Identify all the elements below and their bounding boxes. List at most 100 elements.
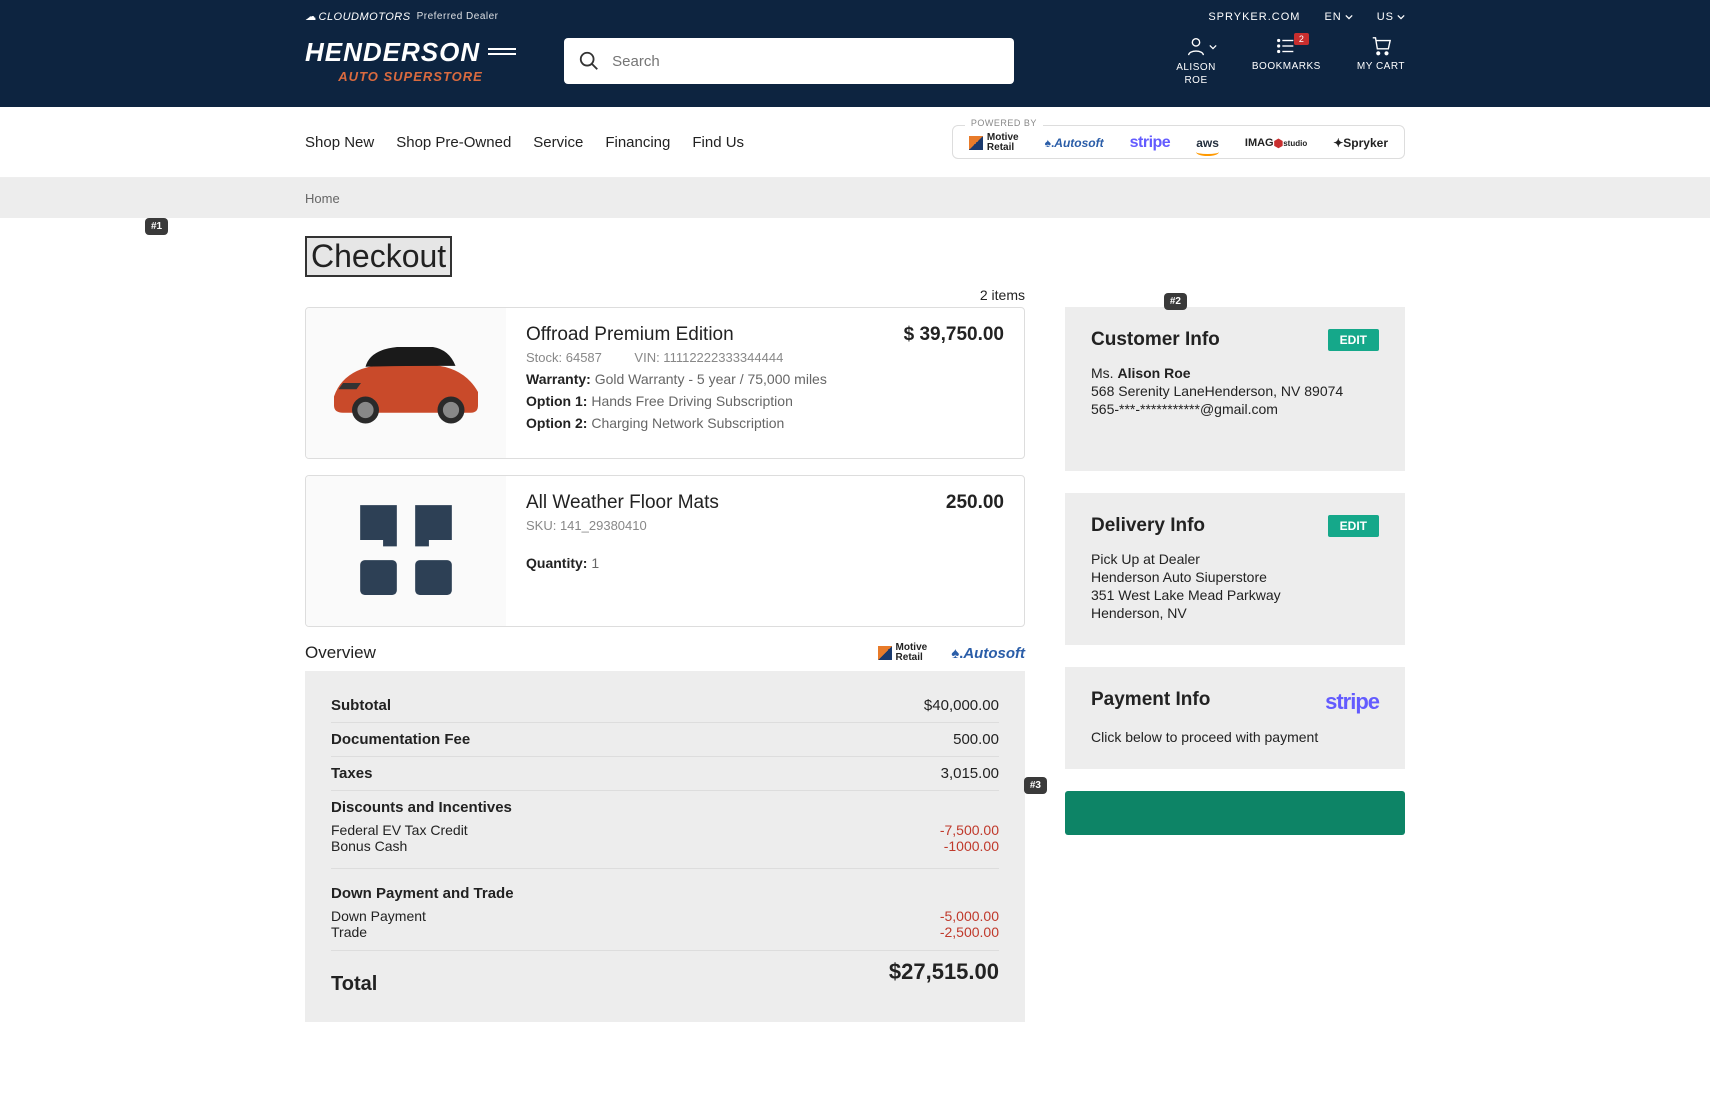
nav-shop-preowned[interactable]: Shop Pre-Owned <box>396 134 511 151</box>
region-selector[interactable]: US <box>1377 11 1405 23</box>
delivery-info-title: Delivery Info <box>1091 515 1205 537</box>
annotation-tag-1: #1 <box>145 218 168 235</box>
customer-contact: 565-***-***********@gmail.com <box>1091 401 1379 417</box>
option1-value: Hands Free Driving Subscription <box>591 393 793 409</box>
customer-info-title: Customer Info <box>1091 329 1220 351</box>
search-icon <box>578 50 600 72</box>
total-value: $27,515.00 <box>889 959 999 996</box>
option2-value: Charging Network Subscription <box>591 415 784 431</box>
car-icon <box>316 333 496 433</box>
autosoft-logo: Autosoft <box>1045 134 1104 152</box>
user-icon <box>1185 35 1207 57</box>
overview-card: Subtotal $40,000.00 Documentation Fee 500.… <box>305 671 1025 1022</box>
stripe-payment-logo: stripe <box>1325 689 1379 715</box>
spryker-link[interactable]: SPRYKER.COM <box>1208 11 1300 23</box>
page-title: Checkout <box>305 236 452 277</box>
subtotal-value: $40,000.00 <box>924 697 999 714</box>
subtotal-label: Subtotal <box>331 697 391 714</box>
annotation-tag-3: #3 <box>1024 777 1047 794</box>
user-first-name: ALISON <box>1176 61 1216 74</box>
floor-mats-icon <box>341 496 471 606</box>
edit-customer-button[interactable]: EDIT <box>1328 329 1379 351</box>
proceed-payment-button[interactable] <box>1065 791 1405 835</box>
motive-retail-logo: MotiveRetail <box>969 134 1019 152</box>
payment-info-title: Payment Info <box>1091 689 1210 711</box>
taxes-label: Taxes <box>331 765 372 782</box>
delivery-dealer: Henderson Auto Siuperstore <box>1091 569 1379 585</box>
nav-shop-new[interactable]: Shop New <box>305 134 374 151</box>
cart-menu[interactable]: MY CART <box>1357 35 1405 87</box>
accessory-image <box>306 476 506 626</box>
user-last-name: ROE <box>1176 74 1216 87</box>
region-label: US <box>1377 11 1394 23</box>
chevron-down-icon <box>1397 13 1405 21</box>
quantity-value: 1 <box>591 555 599 571</box>
cart-item-vehicle: Offroad Premium Edition $ 39,750.00 Stoc… <box>305 307 1025 459</box>
cloudmotors-logo: CLOUDMOTORS <box>305 10 411 23</box>
motive-retail-logo-overview: MotiveRetail <box>878 644 928 662</box>
bookmarks-badge: 2 <box>1294 33 1310 45</box>
down-payment-label: Down Payment <box>331 908 426 924</box>
search-bar[interactable] <box>564 38 1014 84</box>
payment-info-card: Payment Info stripe Click below to proce… <box>1065 667 1405 769</box>
taxes-value: 3,015.00 <box>941 765 999 782</box>
fed-credit-label: Federal EV Tax Credit <box>331 822 468 838</box>
trade-value: -2,500.00 <box>940 924 999 940</box>
main-nav: Shop New Shop Pre-Owned Service Financin… <box>0 107 1710 178</box>
powered-by-box: POWERED BY MotiveRetail Autosoft stripe … <box>952 125 1405 159</box>
doc-fee-value: 500.00 <box>953 731 999 748</box>
vehicle-image <box>306 308 506 458</box>
warranty-label: Warranty: <box>526 371 591 387</box>
item-stock: Stock: 64587 <box>526 350 602 365</box>
breadcrumb: Home <box>0 178 1710 218</box>
bonus-cash-label: Bonus Cash <box>331 838 407 854</box>
bookmarks-menu[interactable]: 2 BOOKMARKS <box>1252 35 1321 87</box>
total-label: Total <box>331 959 377 996</box>
spryker-partner-logo: Spryker <box>1333 134 1388 152</box>
option1-label: Option 1: <box>526 393 587 409</box>
cart-item-accessory: All Weather Floor Mats 250.00 SKU: 141_2… <box>305 475 1025 627</box>
option2-label: Option 2: <box>526 415 587 431</box>
chevron-down-icon <box>1345 13 1353 21</box>
breadcrumb-home[interactable]: Home <box>305 191 340 206</box>
top-header: CLOUDMOTORS Preferred Dealer SPRYKER.COM… <box>0 0 1710 107</box>
aws-logo: aws <box>1196 134 1219 152</box>
payment-instruction: Click below to proceed with payment <box>1091 729 1379 745</box>
fed-credit-value: -7,500.00 <box>940 822 999 838</box>
item-vin: VIN: 11112222333344444 <box>634 350 783 365</box>
cart-icon <box>1370 35 1392 57</box>
edit-delivery-button[interactable]: EDIT <box>1328 515 1379 537</box>
language-label: EN <box>1324 11 1341 23</box>
nav-service[interactable]: Service <box>533 134 583 151</box>
item-sku: SKU: 141_29380410 <box>526 518 1004 533</box>
item-name: All Weather Floor Mats <box>526 492 719 514</box>
delivery-city: Henderson, NV <box>1091 605 1379 621</box>
search-input[interactable] <box>612 53 1000 70</box>
nav-financing[interactable]: Financing <box>605 134 670 151</box>
cart-label: MY CART <box>1357 61 1405 72</box>
logo-sub-text: AUTO SUPERSTORE <box>305 69 516 84</box>
delivery-street: 351 West Lake Mead Parkway <box>1091 587 1379 603</box>
down-trade-header: Down Payment and Trade <box>331 885 514 902</box>
preferred-dealer-label: Preferred Dealer <box>417 11 499 22</box>
item-price: 250.00 <box>946 492 1004 514</box>
bonus-cash-value: -1000.00 <box>944 838 999 854</box>
chevron-down-icon <box>1209 43 1217 51</box>
autosoft-logo-overview: Autosoft <box>951 644 1025 662</box>
item-count: 2 items <box>305 287 1025 303</box>
bookmarks-label: BOOKMARKS <box>1252 61 1321 72</box>
language-selector[interactable]: EN <box>1324 11 1352 23</box>
warranty-value: Gold Warranty - 5 year / 75,000 miles <box>595 371 827 387</box>
account-menu[interactable]: ALISON ROE <box>1176 35 1216 87</box>
delivery-info-card: Delivery Info EDIT Pick Up at Dealer Hen… <box>1065 493 1405 645</box>
discounts-header: Discounts and Incentives <box>331 799 512 816</box>
imag-studio-logo: IMAG⬢studio <box>1245 134 1307 152</box>
quantity-label: Quantity: <box>526 555 587 571</box>
doc-fee-label: Documentation Fee <box>331 731 470 748</box>
overview-title: Overview <box>305 643 376 663</box>
dealer-logo[interactable]: HENDERSON AUTO SUPERSTORE <box>305 39 516 84</box>
item-price: $ 39,750.00 <box>904 324 1004 346</box>
customer-info-card: #2 Customer Info EDIT Ms. Alison Roe 568… <box>1065 307 1405 471</box>
nav-find-us[interactable]: Find Us <box>692 134 744 151</box>
delivery-method: Pick Up at Dealer <box>1091 551 1379 567</box>
